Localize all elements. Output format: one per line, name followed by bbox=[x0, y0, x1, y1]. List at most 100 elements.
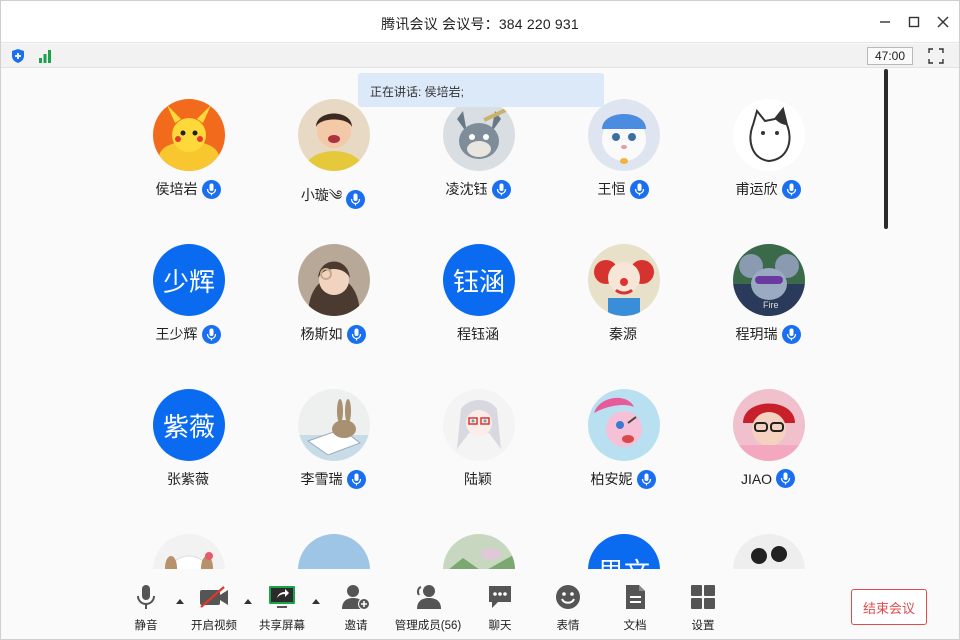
invite-button[interactable]: 邀请 bbox=[341, 583, 371, 635]
participant-tile[interactable] bbox=[263, 504, 403, 569]
minimize-icon[interactable] bbox=[874, 11, 896, 33]
participant-name-row: JIAO bbox=[698, 469, 838, 488]
shield-icon[interactable] bbox=[10, 48, 26, 64]
participant-name: 侯培岩 bbox=[155, 181, 198, 197]
start-video-label: 开启视频 bbox=[191, 620, 237, 632]
microphone-status-icon bbox=[636, 469, 656, 489]
close-icon[interactable] bbox=[932, 11, 954, 33]
participant-tile[interactable]: JIAO bbox=[698, 359, 838, 488]
participant-avatar bbox=[443, 99, 515, 171]
window-title: 腾讯会议 会议号：384 220 931 bbox=[381, 16, 579, 32]
participant-tile[interactable]: 少辉 王少辉 bbox=[118, 214, 258, 344]
fullscreen-icon[interactable] bbox=[928, 48, 944, 64]
participant-avatar bbox=[298, 99, 370, 171]
participant-avatar bbox=[733, 534, 805, 569]
meeting-timer: 47:00 bbox=[867, 47, 913, 65]
video-off-icon bbox=[198, 583, 230, 611]
participant-name-row: 王少辉 bbox=[118, 324, 258, 344]
participant-avatar bbox=[298, 244, 370, 316]
participant-tile[interactable]: 秦源 bbox=[553, 214, 693, 342]
emoji-label: 表情 bbox=[556, 620, 580, 632]
participant-name-row: 陆颖 bbox=[408, 469, 548, 489]
participant-tile[interactable]: 钰涵 程钰涵 bbox=[408, 214, 548, 342]
start-video-button[interactable]: 开启视频 bbox=[189, 583, 239, 635]
participant-name: 程钰涵 bbox=[457, 326, 499, 342]
scrollbar-thumb[interactable] bbox=[884, 69, 888, 229]
participant-name: 张紫薇 bbox=[167, 471, 209, 487]
participant-avatar: Fire bbox=[733, 244, 805, 316]
participant-name: 李雪瑞 bbox=[300, 471, 343, 487]
participant-tile[interactable] bbox=[698, 504, 838, 569]
maximize-icon[interactable] bbox=[903, 11, 925, 33]
microphone-status-icon bbox=[346, 189, 366, 209]
settings-grid-icon bbox=[690, 583, 716, 611]
microphone-status-icon bbox=[201, 324, 221, 344]
participant-tile[interactable]: 杨斯如 bbox=[263, 214, 403, 344]
share-screen-button[interactable]: 共享屏幕 bbox=[257, 583, 307, 635]
mute-label: 静音 bbox=[134, 620, 158, 632]
share-options-caret-icon[interactable] bbox=[311, 597, 321, 605]
participant-name: 柏安妮 bbox=[590, 471, 633, 487]
microphone-status-icon bbox=[781, 179, 801, 199]
mute-button[interactable]: 静音 bbox=[131, 583, 161, 635]
participant-tile[interactable] bbox=[118, 504, 258, 569]
participant-avatar bbox=[298, 534, 370, 569]
microphone-status-icon bbox=[201, 179, 221, 199]
participant-avatar: 钰涵 bbox=[443, 244, 515, 316]
microphone-status-icon bbox=[776, 469, 796, 488]
participant-tile[interactable]: 紫薇 张紫薇 bbox=[118, 359, 258, 487]
participant-avatar: 思文 bbox=[588, 534, 660, 569]
speaking-indicator: 正在讲话: 侯培岩; bbox=[358, 73, 604, 107]
participant-name: 王少辉 bbox=[155, 326, 198, 342]
participant-avatar bbox=[153, 99, 225, 171]
status-bar: 47:00 bbox=[1, 44, 959, 68]
participant-tile[interactable]: Fire 程玥瑞 bbox=[698, 214, 838, 344]
participant-name-row: 甫运欣 bbox=[698, 179, 838, 199]
participant-tile[interactable]: 陆颖 bbox=[408, 359, 548, 487]
participant-tile[interactable]: 李雪瑞 bbox=[263, 359, 403, 489]
participant-name-row: 程玥瑞 bbox=[698, 324, 838, 344]
participant-tile[interactable] bbox=[408, 504, 548, 569]
settings-label: 设置 bbox=[691, 620, 715, 632]
documents-button[interactable]: 文档 bbox=[620, 583, 650, 635]
microphone-status-icon bbox=[346, 324, 366, 344]
add-person-icon bbox=[341, 583, 371, 611]
settings-button[interactable]: 设置 bbox=[688, 583, 718, 635]
meeting-window: 腾讯会议 会议号：384 220 931 47:00 侯培岩 小璇༄ 凌沈钰 王恒 甫运… bbox=[0, 0, 960, 640]
participant-avatar bbox=[443, 389, 515, 461]
participant-tile[interactable]: 柏安妮 bbox=[553, 359, 693, 489]
participant-tile[interactable]: 侯培岩 bbox=[118, 69, 258, 199]
participant-avatar bbox=[298, 389, 370, 461]
share-screen-icon bbox=[268, 583, 296, 611]
smiley-icon bbox=[555, 583, 581, 611]
svg-text:Fire: Fire bbox=[763, 300, 779, 310]
manage-members-button[interactable]: 管理成员(56) bbox=[393, 583, 463, 635]
mute-options-caret-icon[interactable] bbox=[175, 597, 185, 605]
participant-avatar bbox=[443, 534, 515, 569]
participant-name: 程玥瑞 bbox=[735, 326, 778, 342]
participant-name: 杨斯如 bbox=[300, 326, 343, 342]
signal-icon[interactable] bbox=[37, 48, 53, 64]
microphone-status-icon bbox=[491, 179, 511, 199]
chat-button[interactable]: 聊天 bbox=[485, 583, 515, 635]
participant-name: 秦源 bbox=[609, 326, 637, 342]
participant-name-row: 小璇༄ bbox=[263, 179, 403, 219]
participant-avatar bbox=[588, 244, 660, 316]
participant-name-row: 侯培岩 bbox=[118, 179, 258, 199]
participant-name: 凌沈钰 bbox=[445, 181, 488, 197]
chat-label: 聊天 bbox=[488, 620, 512, 632]
end-meeting-button[interactable]: 结束会议 bbox=[851, 589, 927, 625]
participant-name: 王恒 bbox=[597, 181, 626, 197]
participant-tile[interactable]: 甫运欣 bbox=[698, 69, 838, 199]
members-icon bbox=[412, 583, 444, 611]
participant-name-row: 柏安妮 bbox=[553, 469, 693, 489]
document-icon bbox=[624, 583, 646, 611]
microphone-status-icon bbox=[629, 179, 649, 199]
emoji-button[interactable]: 表情 bbox=[553, 583, 583, 635]
bottom-toolbar: 静音 开启视频 共享屏幕 邀请 管理成员(56) 聊天 表情 文档 设置 结束会… bbox=[1, 569, 959, 639]
participant-tile[interactable]: 思文 bbox=[553, 504, 693, 569]
participant-name-row: 杨斯如 bbox=[263, 324, 403, 344]
video-options-caret-icon[interactable] bbox=[243, 597, 253, 605]
share-screen-label: 共享屏幕 bbox=[259, 620, 305, 632]
participant-name: 陆颖 bbox=[464, 471, 492, 487]
